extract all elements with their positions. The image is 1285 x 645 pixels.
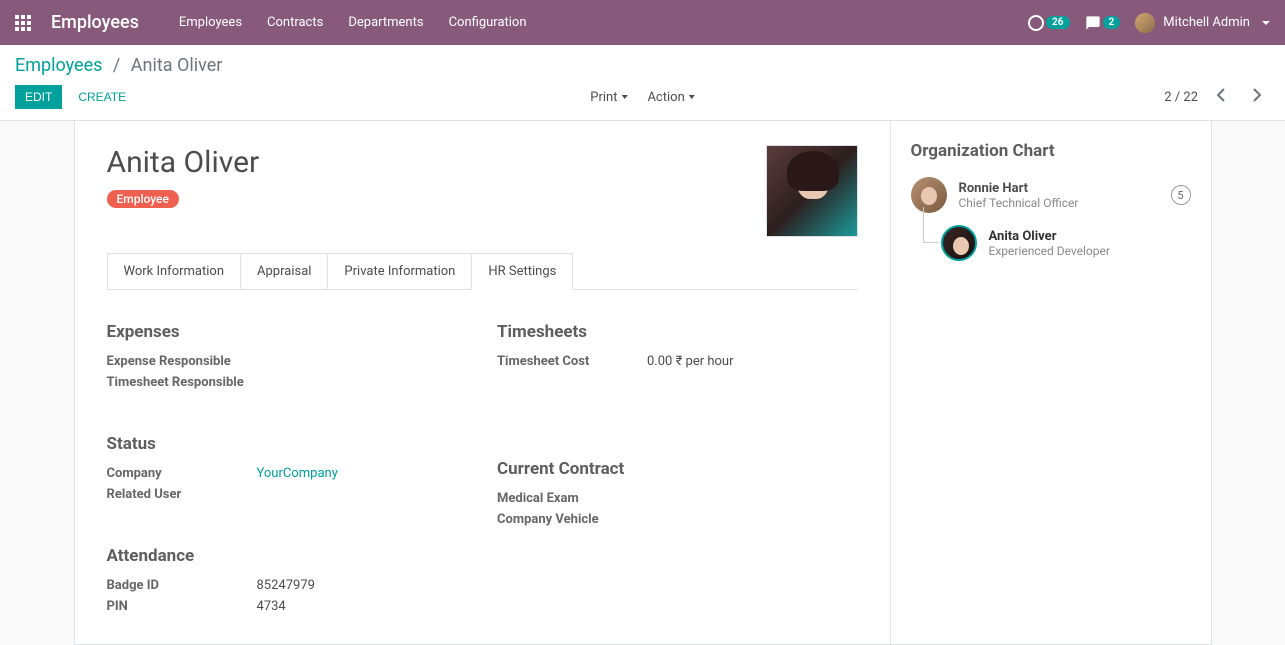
clock-icon xyxy=(1028,15,1044,31)
pager-next-button[interactable] xyxy=(1244,84,1270,110)
action-dropdown[interactable]: Action xyxy=(647,90,694,105)
org-chart-title: Organization Chart xyxy=(911,141,1191,161)
org-subordinate-count[interactable]: 5 xyxy=(1171,185,1191,205)
chat-icon xyxy=(1085,15,1101,31)
pin-value: 4734 xyxy=(257,599,468,614)
activities-button[interactable]: 26 xyxy=(1028,15,1069,31)
breadcrumb: Employees / Anita Oliver xyxy=(15,55,1270,76)
user-name: Mitchell Admin xyxy=(1163,15,1250,30)
messages-button[interactable]: 2 xyxy=(1085,15,1121,31)
expense-responsible-label: Expense Responsible xyxy=(107,354,257,369)
pin-label: PIN xyxy=(107,599,257,614)
org-manager-role: Chief Technical Officer xyxy=(959,196,1159,210)
attendance-title: Attendance xyxy=(107,546,468,566)
org-current-name: Anita Oliver xyxy=(989,229,1191,244)
brand-title[interactable]: Employees xyxy=(51,12,139,33)
pager-text[interactable]: 2 / 22 xyxy=(1164,90,1198,105)
org-manager[interactable]: Ronnie Hart Chief Technical Officer 5 xyxy=(911,177,1191,213)
expenses-title: Expenses xyxy=(107,322,468,342)
content: Anita Oliver Employee Work Information A… xyxy=(0,121,1285,645)
hr-settings-content: Expenses Expense Responsible Timesheet R… xyxy=(107,314,858,620)
breadcrumb-separator: / xyxy=(113,55,120,76)
status-title: Status xyxy=(107,434,468,454)
form-main: Anita Oliver Employee Work Information A… xyxy=(75,121,891,644)
menu-contracts[interactable]: Contracts xyxy=(267,15,323,30)
chevron-left-icon xyxy=(1216,88,1226,102)
tab-bar: Work Information Appraisal Private Infor… xyxy=(107,253,858,290)
medical-exam-label: Medical Exam xyxy=(497,491,647,506)
cp-center-actions: Print Action xyxy=(590,90,695,105)
control-panel: Employees / Anita Oliver EDIT CREATE Pri… xyxy=(0,45,1285,121)
tab-work-information[interactable]: Work Information xyxy=(107,253,242,290)
timesheets-title: Timesheets xyxy=(497,322,858,342)
org-current-role: Experienced Developer xyxy=(989,244,1191,258)
menu-departments[interactable]: Departments xyxy=(348,15,423,30)
hr-col-left: Expenses Expense Responsible Timesheet R… xyxy=(107,314,468,620)
caret-down-icon xyxy=(621,95,627,99)
tab-appraisal[interactable]: Appraisal xyxy=(240,253,328,290)
timesheet-responsible-label: Timesheet Responsible xyxy=(107,375,257,390)
employee-name: Anita Oliver xyxy=(107,145,766,180)
badge-id-label: Badge ID xyxy=(107,578,257,593)
org-current[interactable]: Anita Oliver Experienced Developer xyxy=(941,225,1191,261)
caret-down-icon xyxy=(1262,21,1270,25)
nav-right: 26 2 Mitchell Admin xyxy=(1028,13,1270,33)
breadcrumb-current: Anita Oliver xyxy=(131,55,223,76)
activities-count: 26 xyxy=(1046,16,1069,29)
company-vehicle-label: Company Vehicle xyxy=(497,512,647,527)
employee-tag[interactable]: Employee xyxy=(107,190,179,208)
menu-employees[interactable]: Employees xyxy=(179,15,242,30)
timesheet-cost-label: Timesheet Cost xyxy=(497,354,647,369)
avatar xyxy=(941,225,977,261)
create-button[interactable]: CREATE xyxy=(68,85,136,109)
current-contract-title: Current Contract xyxy=(497,459,858,479)
pager: 2 / 22 xyxy=(1164,84,1270,110)
badge-id-value: 85247979 xyxy=(257,578,468,593)
user-avatar-icon xyxy=(1135,13,1155,33)
timesheet-cost-value: 0.00 ₹ per hour xyxy=(647,354,858,369)
tab-hr-settings[interactable]: HR Settings xyxy=(471,253,573,290)
org-connector-line xyxy=(923,207,938,243)
chevron-right-icon xyxy=(1252,88,1262,102)
company-value[interactable]: YourCompany xyxy=(257,466,468,481)
company-label: Company xyxy=(107,466,257,481)
pager-prev-button[interactable] xyxy=(1208,84,1234,110)
employee-header: Anita Oliver Employee xyxy=(107,145,858,237)
org-manager-name: Ronnie Hart xyxy=(959,181,1159,196)
top-navbar: Employees Employees Contracts Department… xyxy=(0,0,1285,45)
medical-exam-value xyxy=(647,491,858,506)
expense-responsible-value xyxy=(257,354,468,369)
main-menu: Employees Contracts Departments Configur… xyxy=(179,15,527,30)
menu-configuration[interactable]: Configuration xyxy=(449,15,527,30)
cp-left-buttons: EDIT CREATE xyxy=(15,85,136,109)
apps-icon[interactable] xyxy=(15,15,31,31)
print-dropdown[interactable]: Print xyxy=(590,90,627,105)
form-sheet: Anita Oliver Employee Work Information A… xyxy=(74,121,1212,645)
related-user-value xyxy=(257,487,468,502)
employee-photo[interactable] xyxy=(766,145,858,237)
tab-private-information[interactable]: Private Information xyxy=(327,253,472,290)
hr-col-right: Timesheets Timesheet Cost 0.00 ₹ per hou… xyxy=(497,314,858,620)
messages-count: 2 xyxy=(1103,16,1121,29)
user-menu[interactable]: Mitchell Admin xyxy=(1135,13,1270,33)
org-chart-panel: Organization Chart Ronnie Hart Chief Tec… xyxy=(891,121,1211,644)
company-vehicle-value xyxy=(647,512,858,527)
breadcrumb-root[interactable]: Employees xyxy=(15,55,102,76)
caret-down-icon xyxy=(689,95,695,99)
related-user-label: Related User xyxy=(107,487,257,502)
edit-button[interactable]: EDIT xyxy=(15,85,62,109)
timesheet-responsible-value xyxy=(257,375,468,390)
